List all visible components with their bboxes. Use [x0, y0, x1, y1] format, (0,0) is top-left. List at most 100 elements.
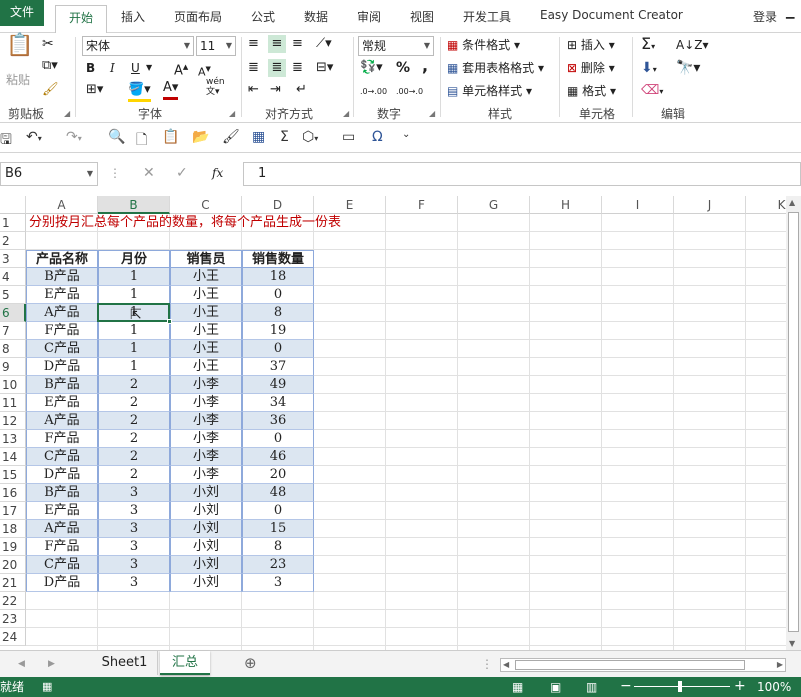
table-cell[interactable]: 2: [98, 394, 170, 412]
table-header-cell[interactable]: 销售数量: [242, 250, 314, 268]
column-header-f[interactable]: F: [386, 196, 458, 214]
align-right-icon[interactable]: ≣: [292, 59, 303, 77]
vertical-scroll-thumb[interactable]: [788, 212, 799, 632]
table-header-cell[interactable]: 月份: [98, 250, 170, 268]
table-cell[interactable]: 小李: [170, 430, 242, 448]
table-cell[interactable]: C产品: [26, 556, 98, 574]
scroll-tabs-left-icon[interactable]: ◀: [18, 655, 25, 673]
formula-input[interactable]: 1: [243, 162, 801, 186]
table-cell[interactable]: E产品: [26, 394, 98, 412]
table-cell[interactable]: 小王: [170, 268, 242, 286]
row-header-2[interactable]: 2: [0, 232, 26, 250]
decrease-decimal-button[interactable]: .00→.0: [396, 83, 423, 101]
row-header-20[interactable]: 20: [0, 556, 26, 574]
zoom-out-icon[interactable]: −: [620, 677, 632, 695]
currency-icon[interactable]: 💱▾: [360, 59, 383, 77]
table-cell[interactable]: 49: [242, 376, 314, 394]
row-header-6[interactable]: 6: [0, 304, 26, 322]
row-header-21[interactable]: 21: [0, 574, 26, 592]
autosum-icon[interactable]: Σ▾: [641, 35, 655, 56]
tab-insert[interactable]: 插入: [121, 8, 145, 25]
bold-button[interactable]: B: [86, 59, 95, 77]
table-cell[interactable]: 3: [98, 574, 170, 592]
table-cell[interactable]: F产品: [26, 322, 98, 340]
alignment-launcher-icon[interactable]: ◢: [343, 109, 349, 118]
sheet-tab-sheet1[interactable]: Sheet1: [92, 651, 158, 675]
zoom-slider-thumb[interactable]: [678, 681, 682, 692]
table-cell[interactable]: 2: [98, 448, 170, 466]
horizontal-scrollbar[interactable]: ◀ ▶: [500, 658, 786, 672]
paste-icon[interactable]: 📋: [6, 35, 34, 73]
table-cell[interactable]: B产品: [26, 268, 98, 286]
number-format-combo[interactable]: 常规 ▼: [358, 36, 434, 56]
ribbon-minimize-icon[interactable]: ▁: [786, 6, 800, 20]
tab-home[interactable]: 开始: [55, 5, 107, 34]
align-center-icon[interactable]: ≣: [268, 59, 286, 77]
underline-button[interactable]: U: [131, 59, 140, 77]
column-header-h[interactable]: H: [530, 196, 602, 214]
row-header-22[interactable]: 22: [0, 592, 26, 610]
tab-file[interactable]: 文件: [0, 0, 44, 26]
number-launcher-icon[interactable]: ◢: [429, 109, 435, 118]
redo-icon[interactable]: ↷▾: [66, 129, 82, 145]
row-header-11[interactable]: 11: [0, 394, 26, 412]
increase-font-icon[interactable]: A▲: [174, 58, 188, 80]
scroll-right-icon[interactable]: ▶: [777, 659, 783, 671]
row-header-14[interactable]: 14: [0, 448, 26, 466]
shapes-icon[interactable]: ⬡▾: [302, 129, 318, 145]
italic-button[interactable]: I: [110, 59, 115, 77]
find-select-icon[interactable]: 🔭▾: [676, 59, 700, 77]
new-document-icon[interactable]: 🗋: [136, 129, 147, 153]
row-header-12[interactable]: 12: [0, 412, 26, 430]
increase-decimal-button[interactable]: .0→.00: [360, 83, 387, 101]
symbol-icon[interactable]: Ω: [372, 129, 383, 145]
table-cell[interactable]: 3: [98, 502, 170, 520]
confirm-entry-icon[interactable]: ✓: [176, 164, 188, 182]
table-cell[interactable]: 小王: [170, 304, 242, 322]
increase-indent-icon[interactable]: ⇥: [270, 81, 281, 99]
table-cell[interactable]: 3: [98, 556, 170, 574]
row-header-16[interactable]: 16: [0, 484, 26, 502]
insert-function-icon[interactable]: fx: [212, 164, 223, 182]
table-cell[interactable]: 36: [242, 412, 314, 430]
table-cell[interactable]: 小李: [170, 448, 242, 466]
page-break-view-icon[interactable]: ▥: [586, 678, 597, 696]
scroll-left-icon[interactable]: ◀: [503, 659, 509, 671]
orientation-icon[interactable]: ⟋▾: [316, 35, 332, 53]
clear-icon[interactable]: ⌫▾: [641, 82, 663, 101]
table-cell[interactable]: 8: [242, 538, 314, 556]
row-header-18[interactable]: 18: [0, 520, 26, 538]
table-cell[interactable]: 0: [242, 502, 314, 520]
table-cell[interactable]: 小刘: [170, 520, 242, 538]
table-cell[interactable]: 0: [242, 286, 314, 304]
table-cell[interactable]: 1: [98, 322, 170, 340]
zoom-in-icon[interactable]: +: [734, 677, 746, 695]
save-icon[interactable]: 🖫: [0, 129, 12, 153]
align-bottom-icon[interactable]: ≡: [292, 35, 303, 53]
table-cell[interactable]: C产品: [26, 448, 98, 466]
clipboard-launcher-icon[interactable]: ◢: [64, 109, 70, 118]
row-header-5[interactable]: 5: [0, 286, 26, 304]
tab-developer[interactable]: 开发工具: [463, 8, 511, 25]
table-cell[interactable]: 小刘: [170, 484, 242, 502]
row-header-19[interactable]: 19: [0, 538, 26, 556]
cut-icon[interactable]: ✂: [42, 35, 54, 53]
normal-view-icon[interactable]: ▦: [512, 678, 523, 696]
page-layout-view-icon[interactable]: ▣: [550, 678, 561, 696]
table-cell[interactable]: 8: [242, 304, 314, 322]
cancel-entry-icon[interactable]: ✕: [143, 164, 155, 182]
sheet-tab-summary[interactable]: 汇总: [160, 651, 210, 675]
tab-page-layout[interactable]: 页面布局: [174, 8, 222, 25]
row-header-24[interactable]: 24: [0, 628, 26, 646]
copy-icon[interactable]: ⧉▾: [42, 57, 58, 75]
row-header-4[interactable]: 4: [0, 268, 26, 286]
insert-cells-button[interactable]: ⊞ 插入 ▾: [567, 36, 615, 54]
font-name-combo[interactable]: 宋体 ▼: [82, 36, 194, 56]
font-launcher-icon[interactable]: ◢: [229, 109, 235, 118]
conditional-format-button[interactable]: ▦ 条件格式 ▾: [447, 36, 520, 54]
sort-filter-icon[interactable]: A↓Z▾: [676, 36, 709, 54]
table-cell[interactable]: 1: [98, 268, 170, 286]
font-size-combo[interactable]: 11 ▼: [196, 36, 236, 56]
sum-icon[interactable]: Σ: [280, 129, 289, 145]
fill-down-icon[interactable]: ⬇▾: [641, 59, 657, 79]
